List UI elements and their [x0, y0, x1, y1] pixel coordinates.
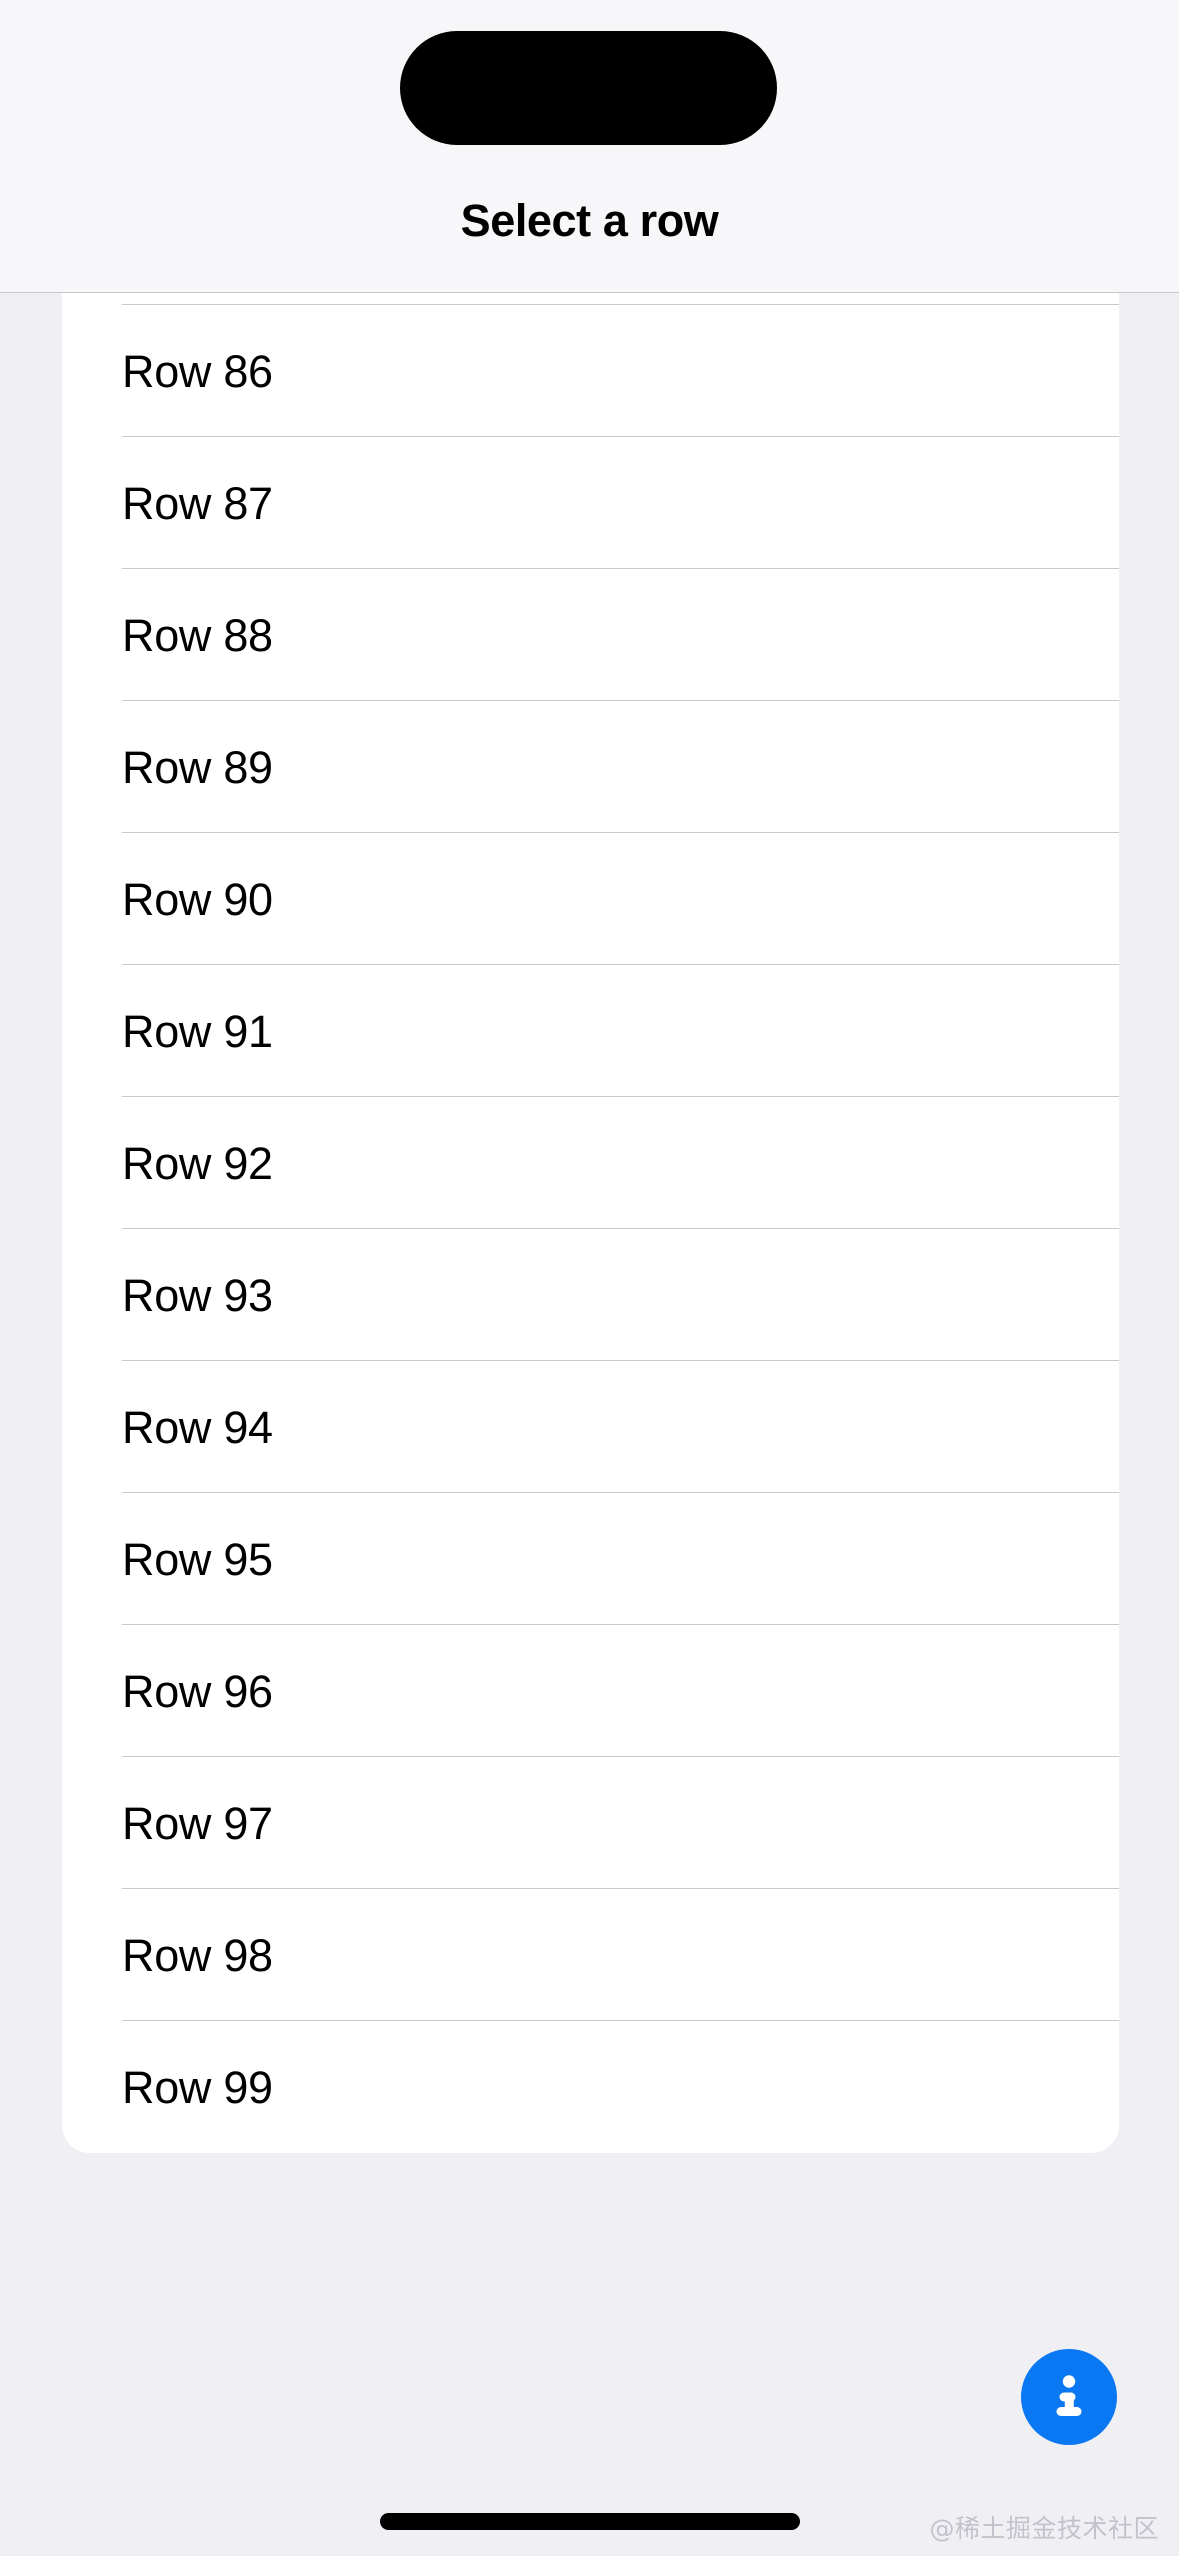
page-title: Select a row: [460, 195, 719, 246]
list-item-label: Row 88: [122, 609, 273, 661]
list-item-label: Row 90: [122, 873, 273, 925]
home-indicator[interactable]: [380, 2513, 800, 2530]
list-item[interactable]: Row 90: [62, 833, 1119, 965]
row-list-card: Row 85 Row 86 Row 87 Row 88 Row 89 Row 90 Row …: [62, 293, 1119, 2153]
list-item[interactable]: Row 88: [62, 569, 1119, 701]
list-item[interactable]: Row 95: [62, 1493, 1119, 1625]
info-icon: [1042, 2370, 1096, 2424]
list-item[interactable]: Row 96: [62, 1625, 1119, 1757]
watermark: @稀土掘金技术社区: [929, 2514, 1159, 2543]
list-item-label: Row 91: [122, 1005, 273, 1057]
dynamic-island: [400, 31, 777, 145]
list-item[interactable]: Row 91: [62, 965, 1119, 1097]
list-item[interactable]: Row 94: [62, 1361, 1119, 1493]
list-item[interactable]: Row 93: [62, 1229, 1119, 1361]
list-item[interactable]: Row 85: [62, 293, 1119, 305]
list-item[interactable]: Row 99: [62, 2021, 1119, 2153]
phone-screen: Row 85 Row 86 Row 87 Row 88 Row 89 Row 90 Row …: [0, 0, 1179, 2556]
list-item[interactable]: Row 87: [62, 437, 1119, 569]
list-item-label: Row 97: [122, 1797, 273, 1849]
list-item[interactable]: Row 98: [62, 1889, 1119, 2021]
list-item-label: Row 94: [122, 1401, 273, 1453]
list-item[interactable]: Row 92: [62, 1097, 1119, 1229]
list-item-label: Row 95: [122, 1533, 273, 1585]
list-item-label: Row 93: [122, 1269, 273, 1321]
list-item-label: Row 86: [122, 345, 273, 397]
info-button[interactable]: [1021, 2349, 1117, 2445]
list-item[interactable]: Row 97: [62, 1757, 1119, 1889]
row-list-scroll-area[interactable]: Row 85 Row 86 Row 87 Row 88 Row 89 Row 90 Row …: [0, 293, 1179, 2260]
list-item-label: Row 96: [122, 1665, 273, 1717]
list-item-label: Row 92: [122, 1137, 273, 1189]
list-item[interactable]: Row 89: [62, 701, 1119, 833]
list-item-label: Row 87: [122, 477, 273, 529]
list-item[interactable]: Row 86: [62, 305, 1119, 437]
list-item-label: Row 89: [122, 741, 273, 793]
list-item-label: Row 98: [122, 1929, 273, 1981]
list-item-label: Row 99: [122, 2061, 273, 2113]
navigation-bar: Select a row: [0, 0, 1179, 293]
